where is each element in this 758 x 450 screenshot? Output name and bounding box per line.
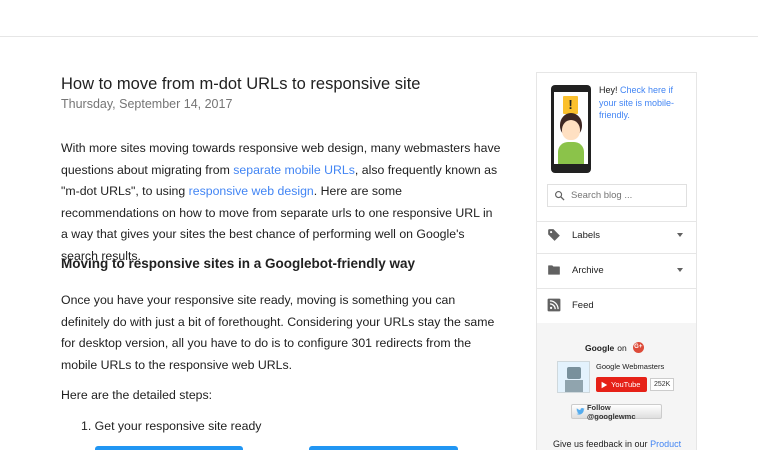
- robot-head: [567, 367, 581, 379]
- google-webmasters-avatar[interactable]: [557, 361, 590, 393]
- person-shirt: [558, 142, 584, 164]
- subscriber-count: 252K: [650, 378, 675, 391]
- feedback-prefix: Give us feedback in our: [553, 439, 651, 449]
- phone-screen: !: [554, 92, 588, 164]
- social-panel: Google on G+ Google Webmasters YouTube 252…: [537, 323, 696, 450]
- sidebar: ! Hey! Check here if your site is mobile…: [536, 72, 697, 450]
- on-label: on: [617, 342, 627, 353]
- search-input[interactable]: [571, 190, 681, 201]
- post-date: Thursday, September 14, 2017: [61, 97, 233, 111]
- mobile-friendly-promo: Hey! Check here if your site is mobile-f…: [599, 84, 689, 122]
- youtube-play-icon: [601, 381, 608, 388]
- labels-menu[interactable]: Labels: [547, 225, 687, 245]
- divider: [537, 221, 696, 222]
- warning-icon: !: [563, 96, 578, 114]
- intro-paragraph: With more sites moving towards responsiv…: [61, 138, 501, 267]
- separate-mobile-urls-link[interactable]: separate mobile URLs: [233, 163, 355, 177]
- channel-name[interactable]: Google Webmasters: [596, 362, 664, 371]
- google-label: Google: [585, 342, 615, 353]
- person-face: [562, 120, 580, 140]
- feedback-text: Give us feedback in our Product: [553, 439, 681, 449]
- youtube-label: YouTube: [611, 380, 641, 389]
- twitter-follow-label: Follow @googlewmc: [586, 402, 636, 421]
- robot-body: [565, 380, 583, 392]
- responsive-web-design-link[interactable]: responsive web design: [189, 184, 314, 198]
- twitter-bird-icon: [576, 408, 585, 415]
- post-title: How to move from m-dot URLs to responsiv…: [61, 75, 421, 93]
- product-forum-link[interactable]: Product: [650, 439, 681, 449]
- feed-label: Feed: [572, 299, 594, 311]
- google-plus-header: Google on G+: [585, 342, 644, 353]
- search-box[interactable]: [547, 184, 687, 207]
- chevron-down-icon[interactable]: [677, 233, 683, 237]
- archive-menu[interactable]: Archive: [547, 260, 687, 280]
- blog-post: How to move from m-dot URLs to responsiv…: [61, 74, 501, 450]
- twitter-follow-button[interactable]: Follow @googlewmc: [571, 402, 662, 421]
- mobile-friendly-phone-illustration[interactable]: !: [551, 85, 591, 173]
- body-paragraph: Once you have your responsive site ready…: [61, 293, 495, 372]
- search-icon: [555, 191, 565, 201]
- divider: [537, 253, 696, 254]
- labels-label: Labels: [572, 229, 600, 241]
- hey-text: Hey!: [599, 85, 621, 95]
- rss-feed-icon: [547, 298, 561, 312]
- youtube-subscribe-button[interactable]: YouTube: [596, 377, 647, 392]
- image-strip-right: [309, 446, 458, 450]
- section-heading: Moving to responsive sites in a Googlebo…: [61, 256, 416, 271]
- chevron-down-icon[interactable]: [677, 268, 683, 272]
- steps-intro: Here are the detailed steps:: [61, 388, 213, 402]
- archive-label: Archive: [572, 264, 604, 276]
- divider: [537, 288, 696, 289]
- folder-icon: [548, 265, 560, 275]
- image-strip-left: [95, 446, 243, 450]
- top-bar: [0, 0, 758, 37]
- step-item: 1. Get your responsive site ready: [81, 419, 262, 433]
- label-tag-icon: [548, 229, 560, 241]
- feed-link[interactable]: Feed: [547, 295, 687, 315]
- google-plus-icon[interactable]: G+: [632, 342, 644, 353]
